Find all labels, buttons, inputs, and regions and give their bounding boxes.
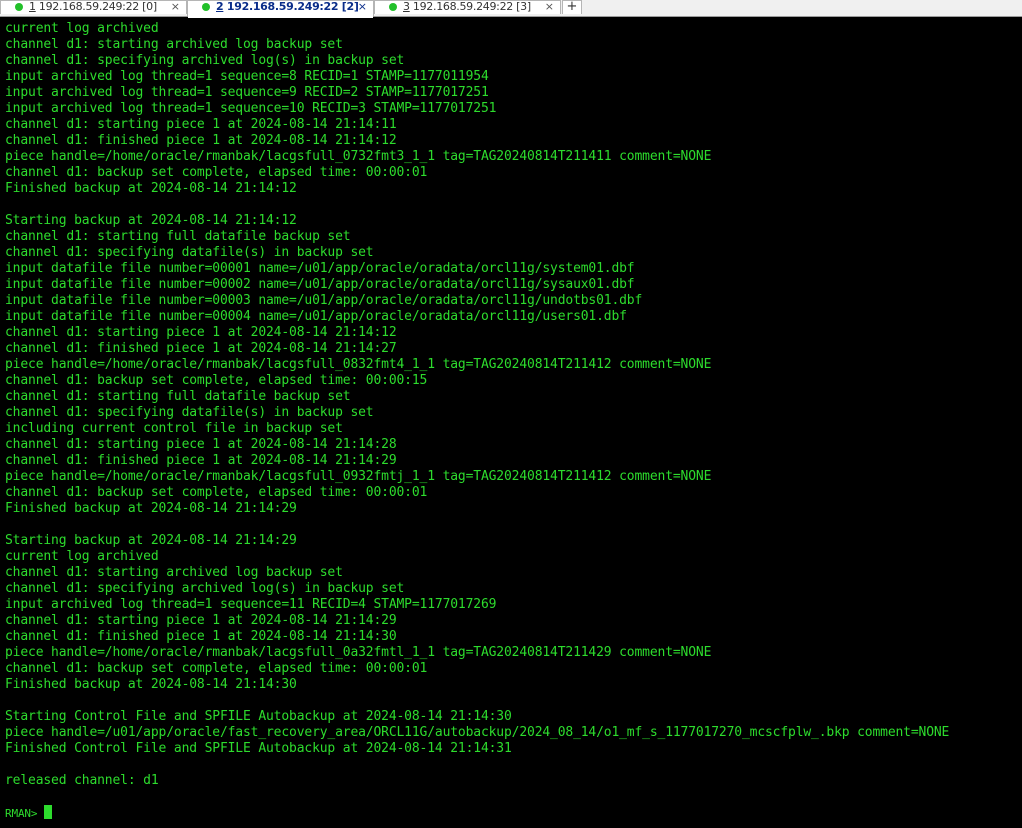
- terminal-line: channel d1: finished piece 1 at 2024-08-…: [5, 453, 397, 468]
- connected-status-icon: [202, 3, 210, 11]
- new-tab-button[interactable]: +: [562, 0, 582, 14]
- terminal-line: including current control file in backup…: [5, 421, 343, 436]
- terminal-line: input archived log thread=1 sequence=10 …: [5, 101, 497, 116]
- terminal-line: channel d1: finished piece 1 at 2024-08-…: [5, 629, 397, 644]
- close-tab-icon[interactable]: ×: [171, 0, 180, 13]
- terminal-line: input archived log thread=1 sequence=8 R…: [5, 69, 489, 84]
- terminal-line: piece handle=/home/oracle/rmanbak/lacgsf…: [5, 469, 712, 484]
- terminal-line: channel d1: starting full datafile backu…: [5, 229, 351, 244]
- terminal-lines: current log archived channel d1: starting…: [5, 21, 1022, 805]
- command-prompt-line[interactable]: RMAN>: [5, 805, 1022, 821]
- terminal-line: channel d1: starting piece 1 at 2024-08-…: [5, 437, 397, 452]
- rman-prompt: RMAN>: [5, 807, 44, 820]
- session-tab-label: 1 192.168.59.249:22 [0]: [29, 0, 157, 13]
- session-tab-number: 3: [403, 0, 410, 13]
- terminal-line: piece handle=/home/oracle/rmanbak/lacgsf…: [5, 645, 712, 660]
- terminal-line: channel d1: backup set complete, elapsed…: [5, 165, 428, 180]
- session-tab-bar: 1 192.168.59.249:22 [0] × 2 192.168.59.2…: [0, 0, 1022, 18]
- session-tab-number: 1: [29, 0, 36, 13]
- terminal-line: input archived log thread=1 sequence=11 …: [5, 597, 497, 612]
- terminal-line: channel d1: starting piece 1 at 2024-08-…: [5, 613, 397, 628]
- terminal-line: channel d1: specifying datafile(s) in ba…: [5, 405, 374, 420]
- terminal-line: Starting backup at 2024-08-14 21:14:12: [5, 213, 297, 228]
- terminal-line: channel d1: backup set complete, elapsed…: [5, 373, 428, 388]
- terminal-line: Finished backup at 2024-08-14 21:14:29: [5, 501, 297, 516]
- session-tab-1[interactable]: 1 192.168.59.249:22 [0] ×: [0, 0, 187, 14]
- terminal-line: channel d1: finished piece 1 at 2024-08-…: [5, 341, 397, 356]
- text-cursor: [43, 805, 52, 819]
- session-tab-label: 2 192.168.59.249:22 [2]: [216, 0, 359, 13]
- connected-status-icon: [15, 3, 23, 11]
- terminal-line: current log archived: [5, 21, 159, 36]
- session-tab-2[interactable]: 2 192.168.59.249:22 [2] ×: [187, 0, 374, 18]
- terminal-line: channel d1: starting archived log backup…: [5, 565, 343, 580]
- terminal-line: input datafile file number=00002 name=/u…: [5, 277, 635, 292]
- terminal-line: Starting Control File and SPFILE Autobac…: [5, 709, 512, 724]
- connected-status-icon: [389, 3, 397, 11]
- terminal-line: channel d1: specifying datafile(s) in ba…: [5, 245, 374, 260]
- terminal-line: channel d1: starting piece 1 at 2024-08-…: [5, 325, 397, 340]
- terminal-line: channel d1: specifying archived log(s) i…: [5, 581, 405, 596]
- terminal-line: Finished Control File and SPFILE Autobac…: [5, 741, 512, 756]
- terminal-line: Finished backup at 2024-08-14 21:14:12: [5, 181, 297, 196]
- terminal-line: Finished backup at 2024-08-14 21:14:30: [5, 677, 297, 692]
- terminal-line: channel d1: backup set complete, elapsed…: [5, 485, 428, 500]
- terminal-output[interactable]: current log archived channel d1: starting…: [0, 21, 1022, 828]
- terminal-line: channel d1: backup set complete, elapsed…: [5, 661, 428, 676]
- session-tab-title: 192.168.59.249:22 [3]: [409, 0, 531, 13]
- terminal-line: channel d1: starting archived log backup…: [5, 37, 343, 52]
- terminal-line: piece handle=/u01/app/oracle/fast_recove…: [5, 725, 950, 740]
- terminal-line: channel d1: finished piece 1 at 2024-08-…: [5, 133, 397, 148]
- terminal-line: piece handle=/home/oracle/rmanbak/lacgsf…: [5, 357, 712, 372]
- session-tab-label: 3 192.168.59.249:22 [3]: [403, 0, 531, 13]
- close-tab-icon[interactable]: ×: [358, 0, 367, 13]
- session-tab-title: 192.168.59.249:22 [0]: [35, 0, 157, 13]
- terminal-line: input datafile file number=00003 name=/u…: [5, 293, 643, 308]
- session-tab-3[interactable]: 3 192.168.59.249:22 [3] ×: [374, 0, 561, 14]
- terminal-line: input datafile file number=00001 name=/u…: [5, 261, 635, 276]
- terminal-line: channel d1: specifying archived log(s) i…: [5, 53, 405, 68]
- terminal-line: channel d1: starting full datafile backu…: [5, 389, 351, 404]
- session-tab-title: 192.168.59.249:22 [2]: [223, 0, 359, 13]
- terminal-line: channel d1: starting piece 1 at 2024-08-…: [5, 117, 397, 132]
- terminal-line: released channel: d1: [5, 773, 159, 788]
- terminal-line: Starting backup at 2024-08-14 21:14:29: [5, 533, 297, 548]
- terminal-line: piece handle=/home/oracle/rmanbak/lacgsf…: [5, 149, 712, 164]
- terminal-line: current log archived: [5, 549, 159, 564]
- terminal-line: input archived log thread=1 sequence=9 R…: [5, 85, 489, 100]
- close-tab-icon[interactable]: ×: [545, 0, 554, 13]
- terminal-line: input datafile file number=00004 name=/u…: [5, 309, 627, 324]
